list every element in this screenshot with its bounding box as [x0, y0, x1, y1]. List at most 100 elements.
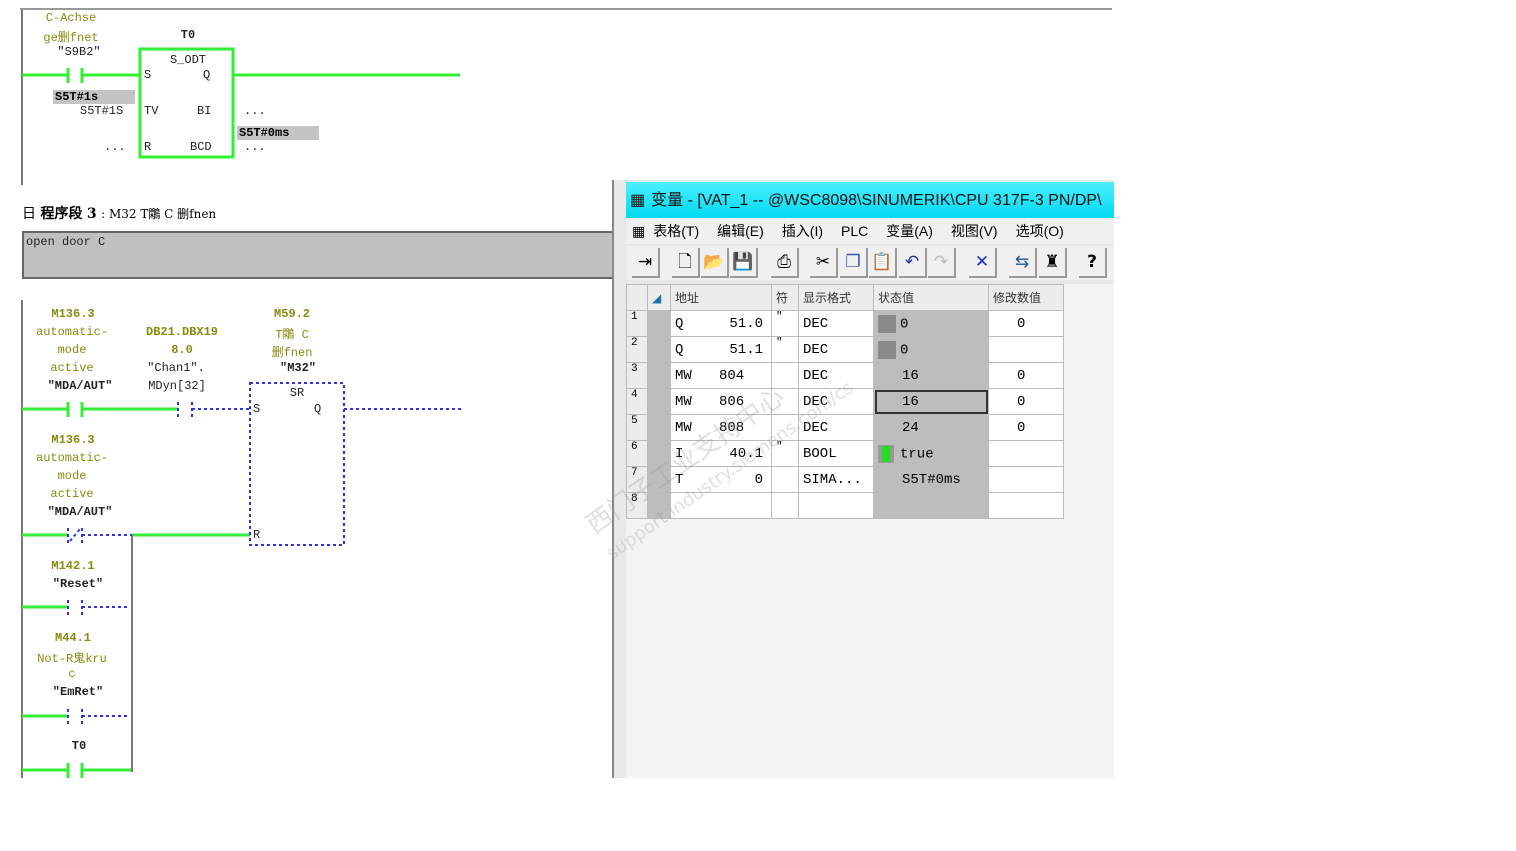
tv-value[interactable]: S5T#1S [80, 104, 123, 118]
address-cell[interactable]: Q 51.1 [670, 336, 772, 363]
symbol-cell[interactable]: " [771, 310, 799, 337]
modify-cell[interactable] [988, 492, 1064, 519]
delete-icon[interactable]: ✕ [969, 248, 997, 278]
row-number[interactable]: 1 [626, 310, 648, 337]
timer-name: T0 [180, 28, 196, 42]
open-icon[interactable]: 📂 [701, 248, 729, 278]
undo-icon[interactable]: ↶ [899, 248, 927, 278]
symbol-cell[interactable] [771, 466, 799, 493]
pin-icon[interactable]: ⇥ [632, 248, 660, 278]
col-format[interactable]: 显示格式 [798, 284, 874, 311]
contact-address: M44.1 [54, 631, 92, 645]
address-value: 51.0 [729, 315, 763, 332]
sr-name: "M32" [279, 361, 317, 375]
status-value: 16 [902, 367, 919, 384]
menu-plc[interactable]: PLC [841, 223, 868, 239]
menu-app-icon[interactable]: ▦ [632, 223, 645, 239]
status-cell: true [873, 440, 989, 467]
status-value [878, 498, 902, 514]
cut-icon[interactable]: ✂ [810, 248, 838, 278]
redo-icon[interactable]: ↷ [928, 248, 956, 278]
timer-type: S_ODT [169, 53, 207, 67]
sr-address: M59.2 [273, 307, 311, 321]
modify-cell[interactable] [988, 336, 1064, 363]
network-header[interactable]: 日 程序段 3 : M32 T鷴 C 删fnen [22, 203, 216, 223]
vat-title-bar[interactable]: ▦ 变量 - [VAT_1 -- @WSC8098\SINUMERIK\CPU 3… [626, 182, 1114, 218]
paste-icon[interactable]: 📋 [869, 248, 897, 278]
menu-table[interactable]: 表格(T) [653, 223, 699, 239]
bi-status: S5T#0ms [237, 126, 319, 140]
address-cell[interactable]: Q 51.0 [670, 310, 772, 337]
copy-icon[interactable]: ❐ [840, 248, 868, 278]
pin-r: R [144, 140, 152, 154]
print-icon[interactable]: ⎙ [771, 248, 799, 278]
contact-address: M142.1 [51, 559, 95, 573]
modify-cell[interactable] [988, 466, 1064, 493]
row-number[interactable]: 3 [626, 362, 648, 389]
modify-icon[interactable]: ♜ [1039, 248, 1067, 278]
table-row[interactable]: 2 Q 51.1 " DEC 0 [626, 336, 1064, 363]
row-icon-cell [647, 336, 671, 363]
monitor-icon[interactable]: ⇆ [1009, 248, 1037, 278]
menu-options[interactable]: 选项(O) [1016, 223, 1064, 239]
format-cell[interactable]: SIMA... [798, 466, 874, 493]
row-number[interactable]: 4 [626, 388, 648, 415]
bcd-output[interactable]: ... [244, 140, 266, 154]
format-cell[interactable]: DEC [798, 310, 874, 337]
contact-symbol: automatic- [35, 451, 109, 465]
pin-s: S [144, 68, 152, 82]
r-input[interactable]: ... [104, 140, 126, 154]
row-number[interactable]: 5 [626, 414, 648, 441]
status-value: 16 [902, 393, 919, 410]
modify-cell[interactable]: 0 [988, 310, 1064, 337]
contact-name: MDyn[32] [148, 379, 206, 393]
status-value: 24 [902, 419, 919, 436]
save-icon[interactable]: 💾 [730, 248, 758, 278]
collapse-icon[interactable]: 日 [22, 206, 36, 222]
pin-bcd: BCD [190, 140, 212, 154]
menu-edit[interactable]: 编辑(E) [717, 223, 764, 239]
modify-cell[interactable] [988, 440, 1064, 467]
modify-cell[interactable]: 0 [988, 362, 1064, 389]
col-modify[interactable]: 修改数值 [988, 284, 1064, 311]
contact-symbol: 8.0 [171, 343, 193, 357]
network-title: : M32 T鷴 C 删fnen [101, 207, 217, 221]
menu-insert[interactable]: 插入(I) [782, 223, 823, 239]
address-area: Q [675, 315, 684, 332]
column-icon[interactable]: ◢ [647, 284, 671, 311]
menu-view[interactable]: 视图(V) [951, 223, 998, 239]
col-address[interactable]: 地址 [670, 284, 772, 311]
contact-address: DB21.DBX19 [145, 325, 219, 339]
col-status[interactable]: 状态值 [873, 284, 989, 311]
help-icon[interactable]: ? [1079, 248, 1107, 278]
contact-name: "Reset" [52, 577, 104, 591]
network-comment[interactable]: open door C [22, 231, 616, 279]
table-row[interactable]: 1 Q 51.0 " DEC 0 0 [626, 310, 1064, 337]
table-header: ◢ 地址 符 显示格式 状态值 修改数值 [626, 284, 1064, 311]
format-cell[interactable] [798, 492, 874, 519]
status-value: S5T#0ms [902, 471, 961, 488]
sr-symbol: T鷴 C [275, 328, 309, 342]
status-cell: 0 [873, 310, 989, 337]
format-cell[interactable]: BOOL [798, 440, 874, 467]
row-number[interactable]: 2 [626, 336, 648, 363]
address-area: MW [675, 393, 692, 410]
contact-name: "Chan1". [147, 361, 205, 375]
menu-variable[interactable]: 变量(A) [886, 223, 933, 239]
status-value: 0 [900, 342, 909, 359]
status-cell [873, 492, 989, 519]
contact-name: T0 [71, 739, 87, 753]
status-cell: 0 [873, 336, 989, 363]
contact-name: "S9B2" [57, 45, 101, 59]
modify-cell[interactable]: 0 [988, 414, 1064, 441]
sr-type: SR [289, 386, 305, 400]
contact-symbol: active [50, 361, 94, 375]
contact-symbol: ge删fnet [43, 31, 99, 45]
sr-pin-r: R [253, 528, 261, 542]
col-symbol[interactable]: 符 [771, 284, 799, 311]
modify-cell[interactable]: 0 [988, 388, 1064, 415]
bi-output[interactable]: ... [244, 104, 266, 118]
new-icon[interactable]: 🗋 [672, 248, 700, 278]
symbol-cell[interactable] [771, 492, 799, 519]
menu-bar: ▦ 表格(T) 编辑(E) 插入(I) PLC 变量(A) 视图(V) 选项(O) [626, 218, 1114, 244]
